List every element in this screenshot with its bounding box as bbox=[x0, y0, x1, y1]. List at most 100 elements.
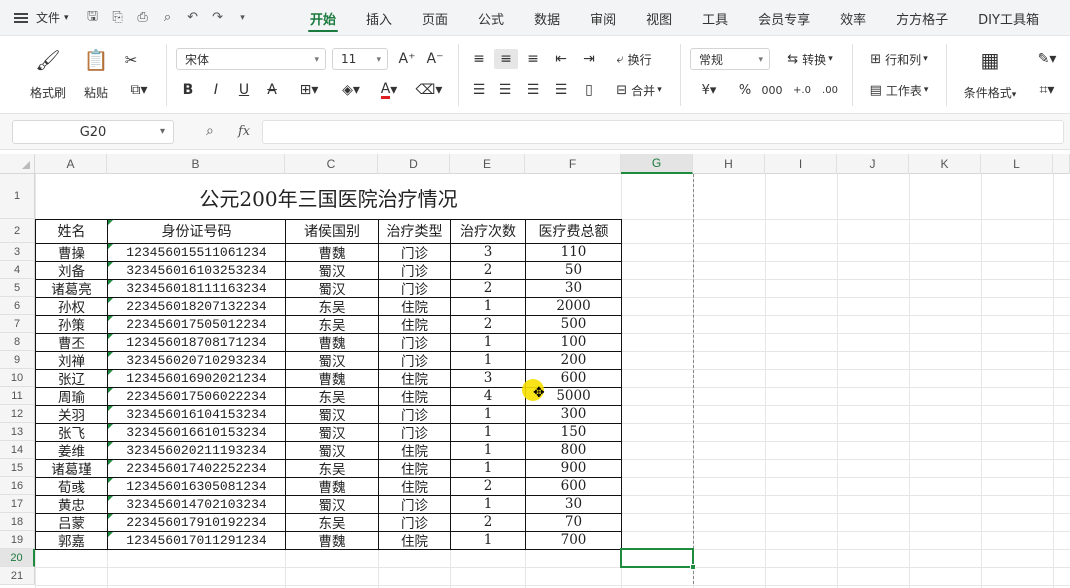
row-header-17[interactable]: 17 bbox=[0, 495, 35, 513]
table-cell[interactable]: 800 bbox=[526, 441, 621, 459]
table-cell[interactable]: 200 bbox=[526, 351, 621, 369]
tab-0[interactable]: 开始 bbox=[307, 0, 339, 36]
table-cell[interactable]: 323456020710293234 bbox=[108, 351, 285, 369]
table-cell[interactable]: 关羽 bbox=[36, 405, 107, 423]
table-cell[interactable]: 诸葛亮 bbox=[36, 279, 107, 297]
column-header-C[interactable]: C bbox=[285, 154, 378, 174]
table-cell[interactable]: 123456017011291234 bbox=[108, 531, 285, 549]
tab-3[interactable]: 公式 bbox=[478, 0, 504, 36]
table-cell[interactable]: 蜀汉 bbox=[286, 495, 378, 513]
merge-button[interactable]: ⊟ 合并 ▾ bbox=[608, 80, 670, 100]
column-header-K[interactable]: K bbox=[909, 154, 981, 174]
cell-style-icon[interactable]: ✎▾ bbox=[1030, 49, 1064, 69]
row-header-14[interactable]: 14 bbox=[0, 441, 35, 459]
table-cell[interactable]: 门诊 bbox=[379, 261, 450, 279]
table-cell[interactable]: 张辽 bbox=[36, 369, 107, 387]
border-icon[interactable]: ⊞▾ bbox=[292, 80, 326, 100]
table-cell[interactable]: 123456015511061234 bbox=[108, 243, 285, 261]
table-cell[interactable]: 30 bbox=[526, 279, 621, 297]
row-header-2[interactable]: 2 bbox=[0, 219, 35, 243]
chevron-down-icon[interactable]: ▾ bbox=[235, 10, 251, 26]
justify-icon[interactable]: ☰ bbox=[550, 80, 572, 100]
align-left-icon[interactable]: ☰ bbox=[468, 80, 490, 100]
table-cell[interactable]: 223456018207132234 bbox=[108, 297, 285, 315]
italic-icon[interactable]: I bbox=[206, 80, 226, 100]
table-cell[interactable]: 曹丕 bbox=[36, 333, 107, 351]
row-header-16[interactable]: 16 bbox=[0, 477, 35, 495]
row-header-12[interactable]: 12 bbox=[0, 405, 35, 423]
column-header-F[interactable]: F bbox=[525, 154, 621, 174]
table-cell[interactable]: 东吴 bbox=[286, 297, 378, 315]
table-cell[interactable]: 周瑜 bbox=[36, 387, 107, 405]
fill-handle[interactable] bbox=[690, 564, 696, 570]
spreadsheet-grid[interactable]: A B C D E F G H I J K L 1 2 3 4 5 6 7 8 9 10 11 12 13 14 15 16 17 18 1… bbox=[0, 150, 1070, 588]
table-cell[interactable]: 住院 bbox=[379, 459, 450, 477]
align-middle-icon[interactable]: ≡ bbox=[494, 49, 518, 69]
table-cell[interactable]: 住院 bbox=[379, 315, 450, 333]
print-preview-icon[interactable]: ⌕ bbox=[160, 10, 176, 26]
table-header-cell[interactable]: 身份证号码 bbox=[108, 219, 285, 243]
table-cell[interactable]: 3 bbox=[451, 243, 525, 261]
table-cell[interactable]: 1 bbox=[451, 459, 525, 477]
table-header-cell[interactable]: 诸侯国别 bbox=[286, 219, 378, 243]
cell-border-icon[interactable]: ⌗▾ bbox=[1030, 80, 1064, 100]
clear-format-icon[interactable]: ⌫▾ bbox=[412, 80, 446, 100]
table-cell[interactable]: 曹魏 bbox=[286, 333, 378, 351]
table-cell[interactable]: 门诊 bbox=[379, 423, 450, 441]
tab-8[interactable]: 会员专享 bbox=[758, 0, 810, 36]
table-cell[interactable]: 蜀汉 bbox=[286, 279, 378, 297]
format-painter-button[interactable]: 🖌 格式刷 bbox=[26, 44, 70, 104]
font-name-select[interactable]: 宋体 ▾ bbox=[176, 48, 326, 70]
row-header-21[interactable]: 21 bbox=[0, 567, 35, 585]
row-header-11[interactable]: 11 bbox=[0, 387, 35, 405]
row-header-3[interactable]: 3 bbox=[0, 243, 35, 261]
decrease-indent-icon[interactable]: ⇤ bbox=[550, 49, 572, 69]
tab-10[interactable]: 方方格子 bbox=[896, 0, 948, 36]
table-cell[interactable]: 住院 bbox=[379, 441, 450, 459]
row-header-15[interactable]: 15 bbox=[0, 459, 35, 477]
table-cell[interactable]: 曹魏 bbox=[286, 531, 378, 549]
hamburger-menu-icon[interactable] bbox=[14, 12, 28, 23]
redo-icon[interactable]: ↷ bbox=[210, 10, 226, 26]
table-cell[interactable]: 诸葛瑾 bbox=[36, 459, 107, 477]
tab-5[interactable]: 审阅 bbox=[590, 0, 616, 36]
table-cell[interactable]: 住院 bbox=[379, 531, 450, 549]
table-cell[interactable]: 东吴 bbox=[286, 459, 378, 477]
align-bottom-icon[interactable]: ≡ bbox=[522, 49, 544, 69]
decrease-font-icon[interactable]: A⁻ bbox=[424, 49, 446, 69]
table-cell[interactable]: 刘备 bbox=[36, 261, 107, 279]
table-cell[interactable]: 东吴 bbox=[286, 387, 378, 405]
table-cell[interactable]: 门诊 bbox=[379, 333, 450, 351]
table-header-cell[interactable]: 治疗次数 bbox=[451, 219, 525, 243]
row-header-1[interactable]: 1 bbox=[0, 174, 35, 219]
table-cell[interactable]: 刘禅 bbox=[36, 351, 107, 369]
table-cell[interactable]: 门诊 bbox=[379, 513, 450, 531]
print-icon[interactable]: ⎙ bbox=[135, 10, 151, 26]
row-header-18[interactable]: 18 bbox=[0, 513, 35, 531]
percent-icon[interactable]: % bbox=[734, 80, 756, 100]
tab-7[interactable]: 工具 bbox=[702, 0, 728, 36]
table-cell[interactable]: 孙策 bbox=[36, 315, 107, 333]
underline-icon[interactable]: U bbox=[234, 80, 254, 100]
table-cell[interactable]: 黄忠 bbox=[36, 495, 107, 513]
undo-icon[interactable]: ↶ bbox=[185, 10, 201, 26]
save-icon[interactable]: 🖫 bbox=[85, 9, 101, 26]
row-header-9[interactable]: 9 bbox=[0, 351, 35, 369]
table-cell[interactable]: 姜维 bbox=[36, 441, 107, 459]
align-center-icon[interactable]: ☰ bbox=[494, 80, 516, 100]
table-cell[interactable]: 东吴 bbox=[286, 315, 378, 333]
export-icon[interactable]: ⎘ bbox=[110, 10, 126, 26]
table-cell[interactable]: 123456016305081234 bbox=[108, 477, 285, 495]
table-cell[interactable]: 门诊 bbox=[379, 243, 450, 261]
row-header-19[interactable]: 19 bbox=[0, 531, 35, 549]
table-cell[interactable]: 住院 bbox=[379, 477, 450, 495]
currency-icon[interactable]: ¥▾ bbox=[694, 80, 724, 100]
table-cell[interactable]: 900 bbox=[526, 459, 621, 477]
font-color-icon[interactable]: A ▾ bbox=[372, 80, 406, 100]
align-right-icon[interactable]: ☰ bbox=[522, 80, 544, 100]
table-cell[interactable]: 蜀汉 bbox=[286, 441, 378, 459]
table-cell[interactable]: 3 bbox=[451, 369, 525, 387]
number-format-select[interactable]: 常规 ▾ bbox=[690, 48, 770, 70]
table-cell[interactable]: 223456017910192234 bbox=[108, 513, 285, 531]
table-cell[interactable]: 1 bbox=[451, 351, 525, 369]
